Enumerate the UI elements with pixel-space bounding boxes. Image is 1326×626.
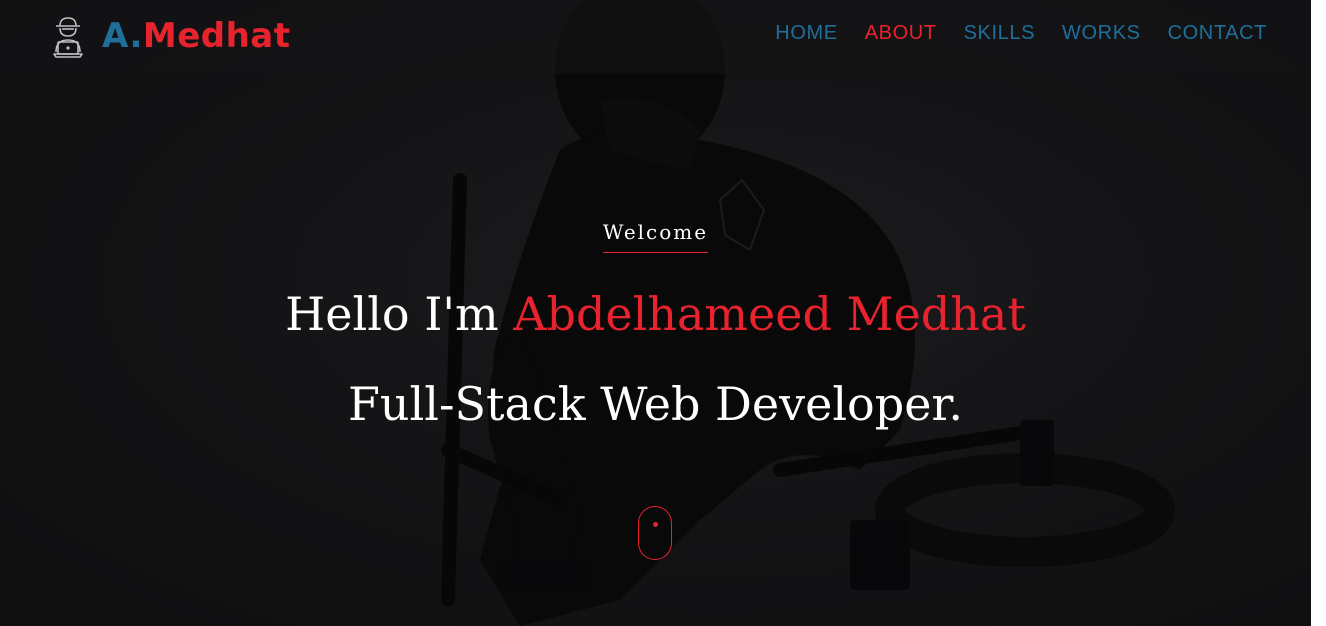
navbar: A.Medhat HOME ABOUT SKILLS WORKS CONTACT — [0, 0, 1311, 74]
greeting-text: Hello I'm — [285, 287, 499, 341]
nav-contact[interactable]: CONTACT — [1168, 22, 1267, 45]
main-nav: HOME ABOUT SKILLS WORKS CONTACT — [748, 22, 1267, 45]
nav-works[interactable]: WORKS — [1062, 22, 1141, 45]
brand-prefix: A. — [102, 16, 143, 56]
developer-name: Abdelhameed Medhat — [513, 287, 1026, 341]
nav-about[interactable]: ABOUT — [865, 22, 937, 45]
welcome-text: Welcome — [602, 220, 709, 253]
brand-name: A.Medhat — [102, 16, 291, 56]
hero-headline: Hello I'm Abdelhameed Medhat — [0, 287, 1311, 341]
brand-logo[interactable]: A.Medhat — [50, 12, 291, 60]
hacker-laptop-icon — [53, 17, 83, 58]
mouse-wheel-dot — [652, 522, 658, 527]
brand-name-text: Medhat — [142, 16, 291, 56]
welcome-heading: Welcome — [0, 220, 1311, 253]
hero-section: A.Medhat HOME ABOUT SKILLS WORKS CONTACT… — [0, 0, 1311, 626]
hero-role: Full-Stack Web Developer. — [348, 377, 963, 431]
nav-skills[interactable]: SKILLS — [964, 22, 1035, 45]
mouse-scroll-icon[interactable] — [638, 506, 672, 560]
nav-home[interactable]: HOME — [775, 22, 837, 45]
